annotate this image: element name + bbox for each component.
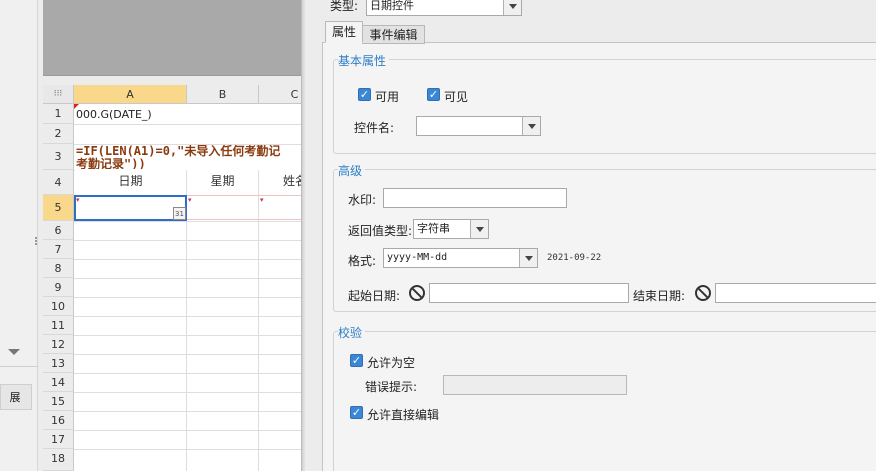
format-value: yyyy-MM-dd [387,252,448,263]
row-header[interactable]: 11 [43,316,74,335]
control-name-select[interactable] [416,116,541,136]
validation-section-title: 校验 [338,324,366,341]
grid-line [74,240,301,241]
error-hint-input[interactable] [443,375,627,395]
grid-line [74,335,301,336]
start-date-input[interactable] [429,283,629,303]
row-header[interactable]: 8 [43,259,74,278]
row-header[interactable]: 9 [43,278,74,297]
type-select[interactable]: 日期控件 [366,0,522,16]
grid-line [74,373,301,374]
return-type-value: 字符串 [417,222,450,235]
tab-event-edit[interactable]: 事件编辑 [362,25,425,44]
column-header-a[interactable]: A [74,85,187,104]
divider [0,366,38,367]
visible-checkbox[interactable]: ✓ [427,88,440,101]
side-tab[interactable]: 展 [0,384,32,410]
row-header[interactable]: 10 [43,297,74,316]
calendar-icon[interactable]: 31 [173,207,186,220]
return-type-select[interactable]: 字符串 [413,219,489,239]
row-header[interactable]: 16 [43,411,74,430]
watermark-label: 水印: [348,193,377,207]
enabled-checkbox[interactable]: ✓ [358,88,371,101]
row-header[interactable]: 2 [43,124,74,144]
left-tool-strip: 展 [0,0,38,471]
row-header[interactable]: 14 [43,373,74,392]
row-header[interactable]: 5 [43,195,74,221]
row-header[interactable]: 17 [43,430,74,449]
grid-line [74,411,301,412]
row-header[interactable]: 13 [43,354,74,373]
allow-empty-checkbox[interactable]: ✓ [350,354,363,367]
return-type-label: 返回值类型: [348,224,413,238]
basic-section-title: 基本属性 [338,52,390,69]
column-header-b[interactable]: B [187,85,259,104]
panel-splitter[interactable] [301,0,307,471]
row-header[interactable]: 7 [43,240,74,259]
spacer [43,76,301,85]
grid-line [74,259,301,260]
type-select-value: 日期控件 [370,0,414,12]
grid-line [74,392,301,393]
clear-end-date-icon[interactable] [695,285,711,301]
row-header[interactable]: 6 [43,221,74,240]
cell-a3-formula[interactable]: =IF(LEN(A1)=0,"未导入任何考勤记 考勤记录")) [76,145,301,171]
visible-label: 可见 [444,90,469,104]
row-header[interactable]: 1 [43,104,74,124]
chevron-down-icon[interactable] [8,349,20,355]
row-header[interactable]: 18 [43,449,74,471]
allow-direct-edit-checkbox[interactable]: ✓ [350,406,363,419]
grid-line [74,278,301,279]
chevron-down-icon[interactable] [503,0,521,15]
splitter-handle[interactable] [34,236,38,248]
cell-c4-name-header[interactable]: 姓名 [259,169,301,194]
validation-section [333,331,876,471]
end-date-label: 结束日期: [633,289,686,303]
widget-marker: ▾ [188,196,192,204]
allow-direct-edit-label: 允许直接编辑 [367,408,440,422]
cell-a4-date-header[interactable]: 日期 [75,169,186,194]
chevron-down-icon[interactable] [519,249,537,267]
watermark-input[interactable] [383,188,567,208]
chevron-down-icon[interactable] [470,220,488,238]
row-header[interactable]: 4 [43,170,74,195]
toolbar-placeholder-area [43,0,301,76]
row-header[interactable]: 12 [43,335,74,354]
grid-line [74,316,301,317]
tab-properties[interactable]: 属性 [325,21,363,43]
select-all-corner[interactable]: ⁝⁝⁝ [43,85,74,104]
clear-start-date-icon[interactable] [409,285,425,301]
row-header[interactable]: 15 [43,392,74,411]
column-header-c[interactable]: C [259,85,301,104]
advanced-section-title: 高级 [338,162,366,179]
end-date-input[interactable] [715,283,876,303]
row-header[interactable]: 3 [43,144,74,170]
grid-line [74,354,301,355]
basic-section [333,59,876,154]
format-select[interactable]: yyyy-MM-dd [383,248,538,268]
allow-empty-label: 允许为空 [367,356,416,370]
chevron-down-icon[interactable] [522,117,540,135]
grid-line [74,430,301,431]
error-hint-label: 错误提示: [365,380,418,394]
grid-line [74,449,301,450]
enabled-label: 可用 [375,90,400,104]
format-preview: 2021-09-22 [547,253,602,263]
spreadsheet-grid[interactable]: ⁝⁝⁝ A B C 1 2 3 4 5 6 7 8 9 10 11 12 13 … [43,85,301,471]
widget-marker: ▾ [260,196,264,204]
grid-line [74,221,301,222]
grid-line [74,297,301,298]
format-label: 格式: [348,254,377,268]
cell-a1[interactable]: 000.G(DATE_) [76,108,152,121]
control-name-label: 控件名: [354,121,395,135]
grid-line [74,124,301,125]
type-label: 类型: [330,0,359,13]
selected-cell-a5[interactable] [74,195,187,221]
start-date-label: 起始日期: [348,289,401,303]
cell-b4-weekday-header[interactable]: 星期 [187,169,258,194]
